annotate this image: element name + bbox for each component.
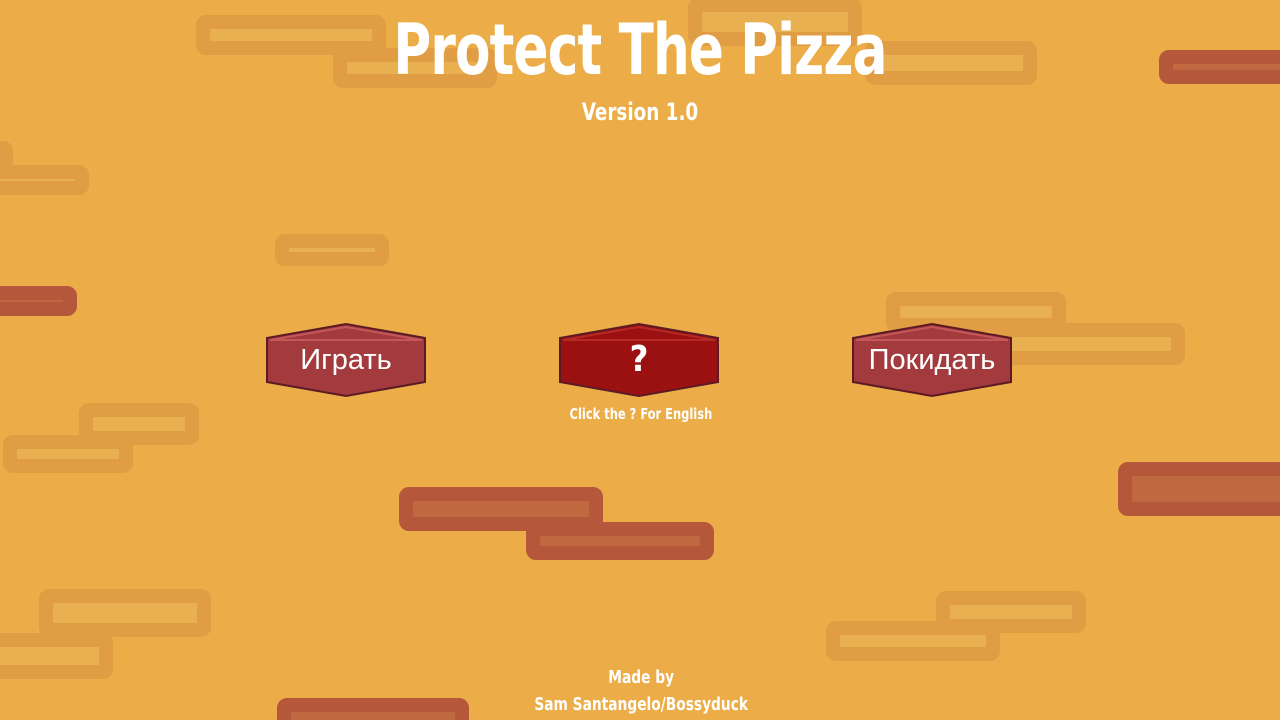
brick — [3, 435, 133, 473]
language-help-button[interactable]: ? — [558, 322, 720, 398]
version-label: Version 1.0 — [581, 98, 699, 126]
brick — [275, 234, 389, 266]
brick — [0, 633, 113, 679]
credits: Made by Sam Santangelo/Bossyduck — [97, 664, 1185, 718]
brick — [526, 522, 714, 560]
brick — [1118, 462, 1280, 516]
english-hint: Click the ? For English — [569, 405, 713, 423]
credits-line-1: Made by — [608, 667, 675, 688]
help-button-label: ? — [629, 339, 649, 380]
brick — [39, 589, 211, 637]
game-title: Protect The Pizza — [393, 9, 887, 91]
brick — [399, 487, 603, 531]
brick — [826, 621, 1000, 661]
quit-button[interactable]: Покидать — [851, 322, 1013, 398]
brick — [1159, 50, 1280, 84]
brick — [0, 286, 77, 316]
brick — [0, 165, 89, 195]
credits-line-2: Sam Santangelo/Bossyduck — [534, 694, 749, 715]
play-button[interactable]: Играть — [265, 322, 427, 398]
brick — [993, 323, 1185, 365]
play-button-label: Играть — [300, 344, 392, 376]
quit-button-label: Покидать — [868, 344, 996, 376]
